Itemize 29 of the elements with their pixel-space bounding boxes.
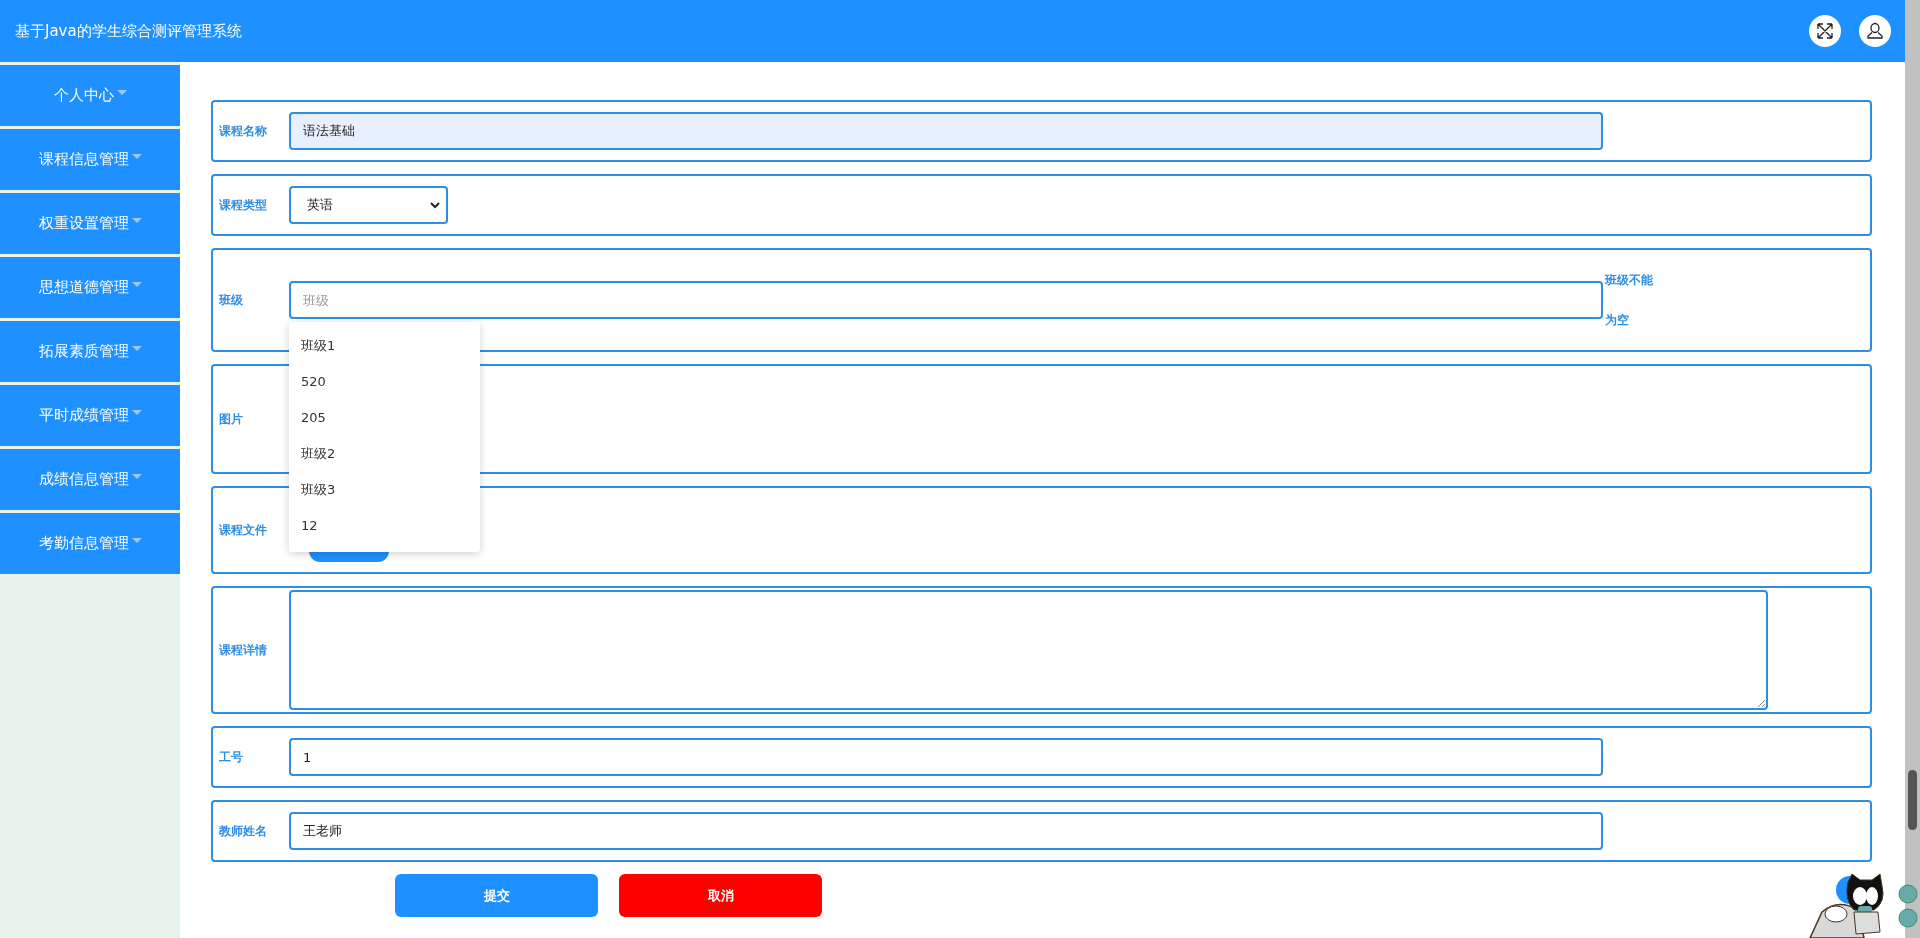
field-label: 图片 [219, 410, 244, 428]
field-label: 工号 [219, 748, 244, 766]
user-icon[interactable] [1859, 15, 1891, 47]
field-label: 课程类型 [219, 196, 268, 214]
field-label: 课程名称 [219, 122, 268, 140]
error-message: 班级不能为空 [1605, 272, 1653, 329]
field-label: 教师姓名 [219, 822, 268, 840]
dropdown-option[interactable]: 12 [289, 508, 480, 544]
app-title: 基于Java的学生综合测评管理系统 [15, 21, 242, 41]
field-label: 班级 [219, 291, 244, 309]
form-button[interactable]: 取消 [619, 874, 822, 917]
field-label: 课程详情 [219, 641, 268, 659]
fullscreen-icon[interactable] [1809, 15, 1841, 47]
details-textarea[interactable] [289, 590, 1768, 710]
text-field[interactable]: 语法基础 [289, 112, 1603, 150]
dropdown-option[interactable]: 班级1 [289, 328, 480, 364]
scrollbar[interactable] [1905, 0, 1920, 938]
cat-mascot-drawing[interactable] [1808, 872, 1920, 938]
dropdown-option[interactable]: 班级3 [289, 472, 480, 508]
dropdown-option[interactable]: 班级2 [289, 436, 480, 472]
text-field[interactable]: 王老师 [289, 812, 1603, 850]
type-select[interactable]: 英语 [289, 186, 448, 224]
text-field[interactable]: 1 [289, 738, 1603, 776]
field-label: 课程文件 [219, 521, 268, 539]
resize-grip-icon[interactable] [1757, 699, 1765, 707]
dropdown-option[interactable]: 205 [289, 400, 480, 436]
text-field[interactable]: 班级 [289, 281, 1603, 319]
chevron-down-icon [430, 201, 440, 209]
dropdown-option[interactable]: 520 [289, 364, 480, 400]
